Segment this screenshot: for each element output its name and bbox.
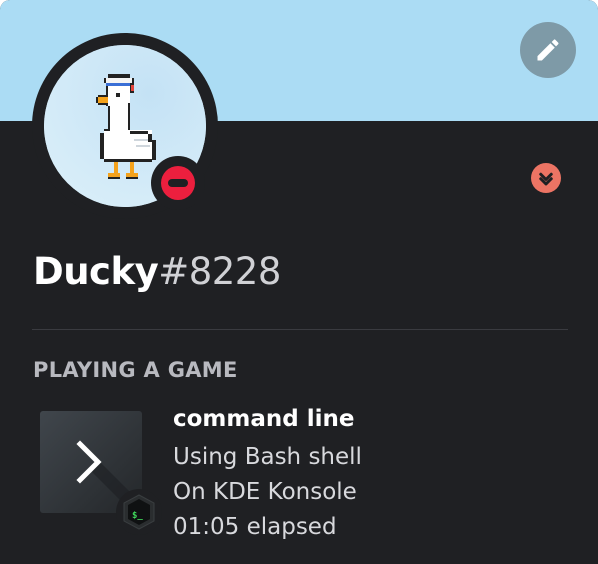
profile-card: Ducky#8228 PLAYING A GAME $_ command lin…: [0, 0, 598, 564]
chevron-down-icon: [539, 172, 553, 186]
divider: [32, 329, 568, 330]
activity-state: On KDE Konsole: [173, 479, 357, 505]
username-discriminator: #8228: [158, 250, 281, 293]
activity-name: command line: [173, 406, 355, 432]
status-bar: [168, 179, 188, 187]
username-name: Ducky: [33, 250, 159, 293]
activity-details: Using Bash shell: [173, 444, 362, 470]
bash-terminal-icon: $_: [123, 494, 155, 530]
pencil-icon: [537, 39, 559, 61]
username: Ducky#8228: [33, 250, 281, 293]
dnd-status-icon: [161, 166, 195, 200]
activity-section-title: PLAYING A GAME: [33, 358, 238, 382]
svg-text:$_: $_: [132, 511, 143, 521]
profile-badge-button[interactable]: [531, 163, 561, 193]
activity-small-image: $_: [116, 489, 162, 535]
edit-profile-button[interactable]: [520, 22, 576, 78]
status-indicator: [151, 156, 205, 210]
activity-elapsed: 01:05 elapsed: [173, 514, 337, 540]
